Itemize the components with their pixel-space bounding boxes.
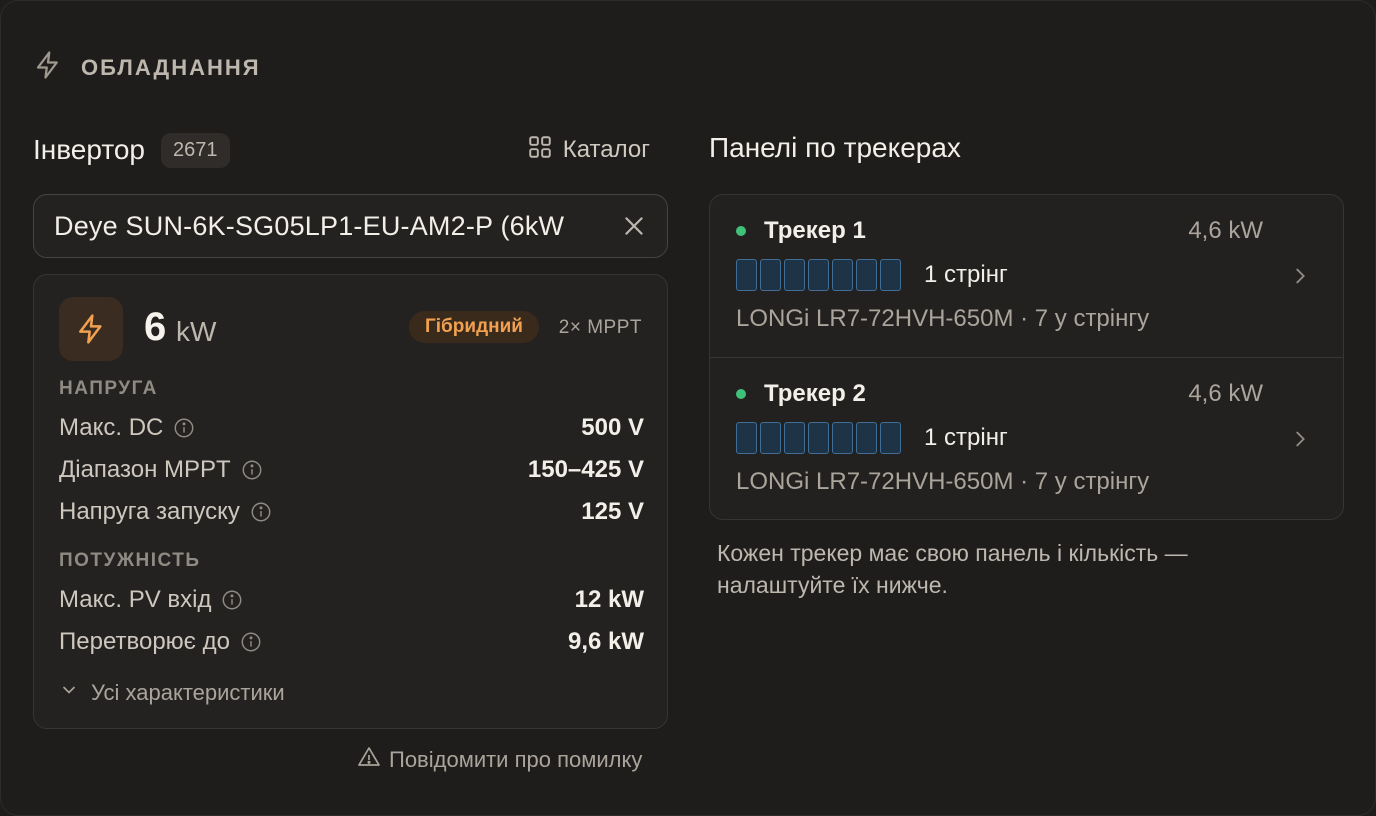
trackers-note: Кожен трекер має свою панель і кількість… xyxy=(717,540,1188,598)
section-header: ОБЛАДНАННЯ xyxy=(33,49,261,86)
panel-cell xyxy=(832,422,853,454)
tracker-name: Трекер 2 xyxy=(764,380,866,407)
report-label: Повідомити про помилку xyxy=(389,747,643,772)
panel-cell xyxy=(808,259,829,291)
spec-value: 500 V xyxy=(581,414,644,441)
spec-row-max-dc: Макс. DC 500 V xyxy=(59,413,644,443)
tracker-item-1[interactable]: Трекер 1 4,6 kW 1 стрінг LONGi LR7-72HVH… xyxy=(710,195,1343,356)
catalog-button[interactable]: Каталог xyxy=(527,134,650,167)
inverter-select-value: Deye SUN-6K-SG05LP1-EU-AM2-P (6kW xyxy=(54,210,565,241)
panel-cell xyxy=(736,259,757,291)
spec-label: Макс. DC xyxy=(59,414,164,441)
inverter-header: Інвертор 2671 Каталог xyxy=(33,129,668,171)
spec-label: Напруга запуску xyxy=(59,498,240,525)
inverter-spec-card: 6 kW Гібридний 2× MPPT НАПРУГА Макс. DC … xyxy=(33,274,668,729)
mppt-count: 2× MPPT xyxy=(558,317,642,338)
spec-label: Діапазон MPPT xyxy=(59,456,231,483)
tracker-power: 4,6 kW xyxy=(1188,380,1263,407)
panel-cell xyxy=(880,259,901,291)
tracker-strings: 1 стрінг xyxy=(924,424,1008,451)
tracker-item-2[interactable]: Трекер 2 4,6 kW 1 стрінг LONGi LR7-72HVH… xyxy=(710,357,1343,518)
lightning-icon xyxy=(33,49,63,86)
spec-row-max-pv: Макс. PV вхід 12 kW xyxy=(59,585,644,615)
inverter-type-badge: Гібридний xyxy=(409,311,539,343)
panel-cell xyxy=(760,422,781,454)
inverter-title: Інвертор xyxy=(33,134,145,165)
tracker-name: Трекер 1 xyxy=(764,217,866,244)
panel-cell xyxy=(832,259,853,291)
panel-cell xyxy=(784,259,805,291)
status-dot xyxy=(736,389,746,399)
warning-icon xyxy=(357,745,381,775)
panel-cell xyxy=(856,422,877,454)
chevron-right-icon xyxy=(1289,263,1311,289)
panel-cell xyxy=(760,259,781,291)
chevron-down-icon xyxy=(59,680,79,706)
info-icon[interactable] xyxy=(250,501,272,523)
spec-value: 125 V xyxy=(581,498,644,525)
spec-row-start-voltage: Напруга запуску 125 V xyxy=(59,497,644,527)
section-title: ОБЛАДНАННЯ xyxy=(81,54,261,80)
trackers-list: Трекер 1 4,6 kW 1 стрінг LONGi LR7-72HVH… xyxy=(709,194,1344,520)
equipment-panel: ОБЛАДНАННЯ Інвертор 2671 Каталог Deye SU… xyxy=(0,0,1376,816)
info-icon[interactable] xyxy=(173,417,195,439)
inverter-power-value: 6 xyxy=(144,305,167,349)
voltage-group-label: НАПРУГА xyxy=(59,378,158,399)
spec-value: 150–425 V xyxy=(527,456,644,483)
spec-label: Макс. PV вхід xyxy=(59,586,212,613)
power-group-label: ПОТУЖНІСТЬ xyxy=(59,550,201,571)
chevron-right-icon xyxy=(1289,426,1311,452)
lightning-icon xyxy=(59,297,123,361)
all-specs-toggle[interactable]: Усі характеристики xyxy=(59,680,285,706)
spec-value: 9,6 kW xyxy=(567,628,644,655)
panel-cell xyxy=(856,259,877,291)
catalog-label: Каталог xyxy=(562,136,650,163)
panel-cell xyxy=(880,422,901,454)
grid-icon xyxy=(527,134,553,167)
tracker-panel-model: LONGi LR7-72HVH-650M · 7 у стрінгу xyxy=(736,468,1150,495)
panel-string-visual xyxy=(736,259,901,291)
spec-row-mppt-range: Діапазон MPPT 150–425 V xyxy=(59,455,644,485)
panel-cell xyxy=(736,422,757,454)
tracker-strings: 1 стрінг xyxy=(924,261,1008,288)
inverter-select[interactable]: Deye SUN-6K-SG05LP1-EU-AM2-P (6kW xyxy=(33,194,668,258)
report-error-link[interactable]: Повідомити про помилку xyxy=(357,745,642,775)
all-specs-label: Усі характеристики xyxy=(91,680,285,705)
inverter-count-badge: 2671 xyxy=(161,132,230,168)
spec-value: 12 kW xyxy=(574,586,644,613)
panel-cell xyxy=(784,422,805,454)
close-icon[interactable] xyxy=(621,213,647,239)
status-dot xyxy=(736,226,746,236)
info-icon[interactable] xyxy=(240,631,262,653)
spec-label: Перетворює до xyxy=(59,628,230,655)
tracker-panel-model: LONGi LR7-72HVH-650M · 7 у стрінгу xyxy=(736,305,1150,332)
tracker-power: 4,6 kW xyxy=(1188,217,1263,244)
spec-row-converts: Перетворює до 9,6 kW xyxy=(59,627,644,657)
info-icon[interactable] xyxy=(221,589,243,611)
panels-title: Панелі по трекерах xyxy=(709,132,961,163)
panel-cell xyxy=(808,422,829,454)
panel-string-visual xyxy=(736,422,901,454)
inverter-power-unit: kW xyxy=(176,316,217,347)
info-icon[interactable] xyxy=(241,459,263,481)
